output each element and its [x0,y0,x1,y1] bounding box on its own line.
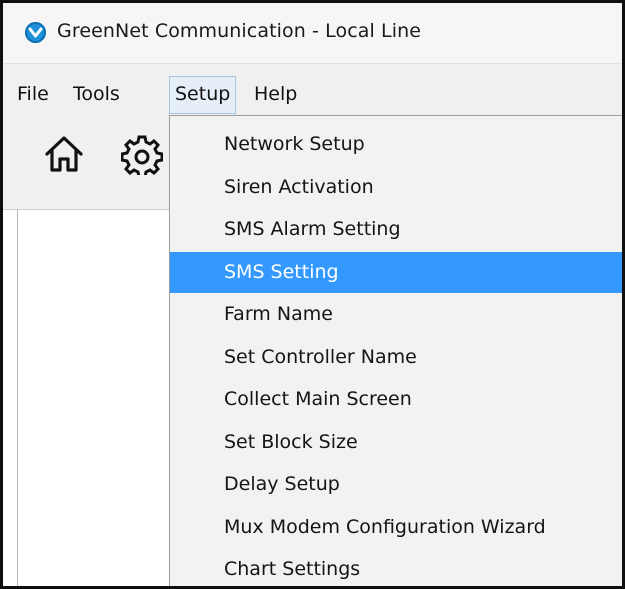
app-logo-icon [25,22,46,43]
menu-item-network-setup[interactable]: Network Setup [170,124,622,165]
window-title: GreenNet Communication - Local Line [57,20,421,42]
menu-item-label: Siren Activation [224,176,374,198]
menu-item-label: Set Controller Name [224,346,417,368]
menu-item-chart-settings[interactable]: Chart Settings [170,549,622,586]
menu-item-label: Delay Setup [224,473,340,495]
menu-item-collect-main-screen[interactable]: Collect Main Screen [170,379,622,420]
menu-help[interactable]: Help [250,75,301,113]
content-divider [17,209,18,586]
menu-item-set-controller-name[interactable]: Set Controller Name [170,337,622,378]
menu-item-label: SMS Alarm Setting [224,218,401,240]
app-window: GreenNet Communication - Local Line File… [0,0,625,589]
menu-item-sms-setting[interactable]: SMS Setting [170,252,622,293]
menu-item-delay-setup[interactable]: Delay Setup [170,464,622,505]
main-content-area [3,209,169,586]
menu-bar: File Tools Setup Help [3,75,622,114]
gear-icon[interactable] [121,133,163,175]
menu-file[interactable]: File [13,75,53,113]
menu-item-label: Farm Name [224,303,333,325]
menu-item-sms-alarm-setting[interactable]: SMS Alarm Setting [170,209,622,250]
menu-item-siren-activation[interactable]: Siren Activation [170,167,622,208]
menu-item-label: SMS Setting [224,261,339,283]
menu-item-label: Collect Main Screen [224,388,412,410]
menu-tools[interactable]: Tools [69,75,124,113]
home-icon[interactable] [43,133,85,175]
menu-item-label: Set Block Size [224,431,358,453]
menu-item-label: Mux Modem Configuration Wizard [224,516,546,538]
menu-item-set-block-size[interactable]: Set Block Size [170,422,622,463]
menu-item-farm-name[interactable]: Farm Name [170,294,622,335]
menu-item-label: Network Setup [224,133,365,155]
setup-dropdown-menu: Network Setup Siren Activation SMS Alarm… [169,115,622,586]
menu-setup[interactable]: Setup [169,76,237,114]
menu-item-mux-modem-configuration-wizard[interactable]: Mux Modem Configuration Wizard [170,507,622,548]
menu-item-label: Chart Settings [224,558,361,580]
title-bar: GreenNet Communication - Local Line [3,3,622,64]
